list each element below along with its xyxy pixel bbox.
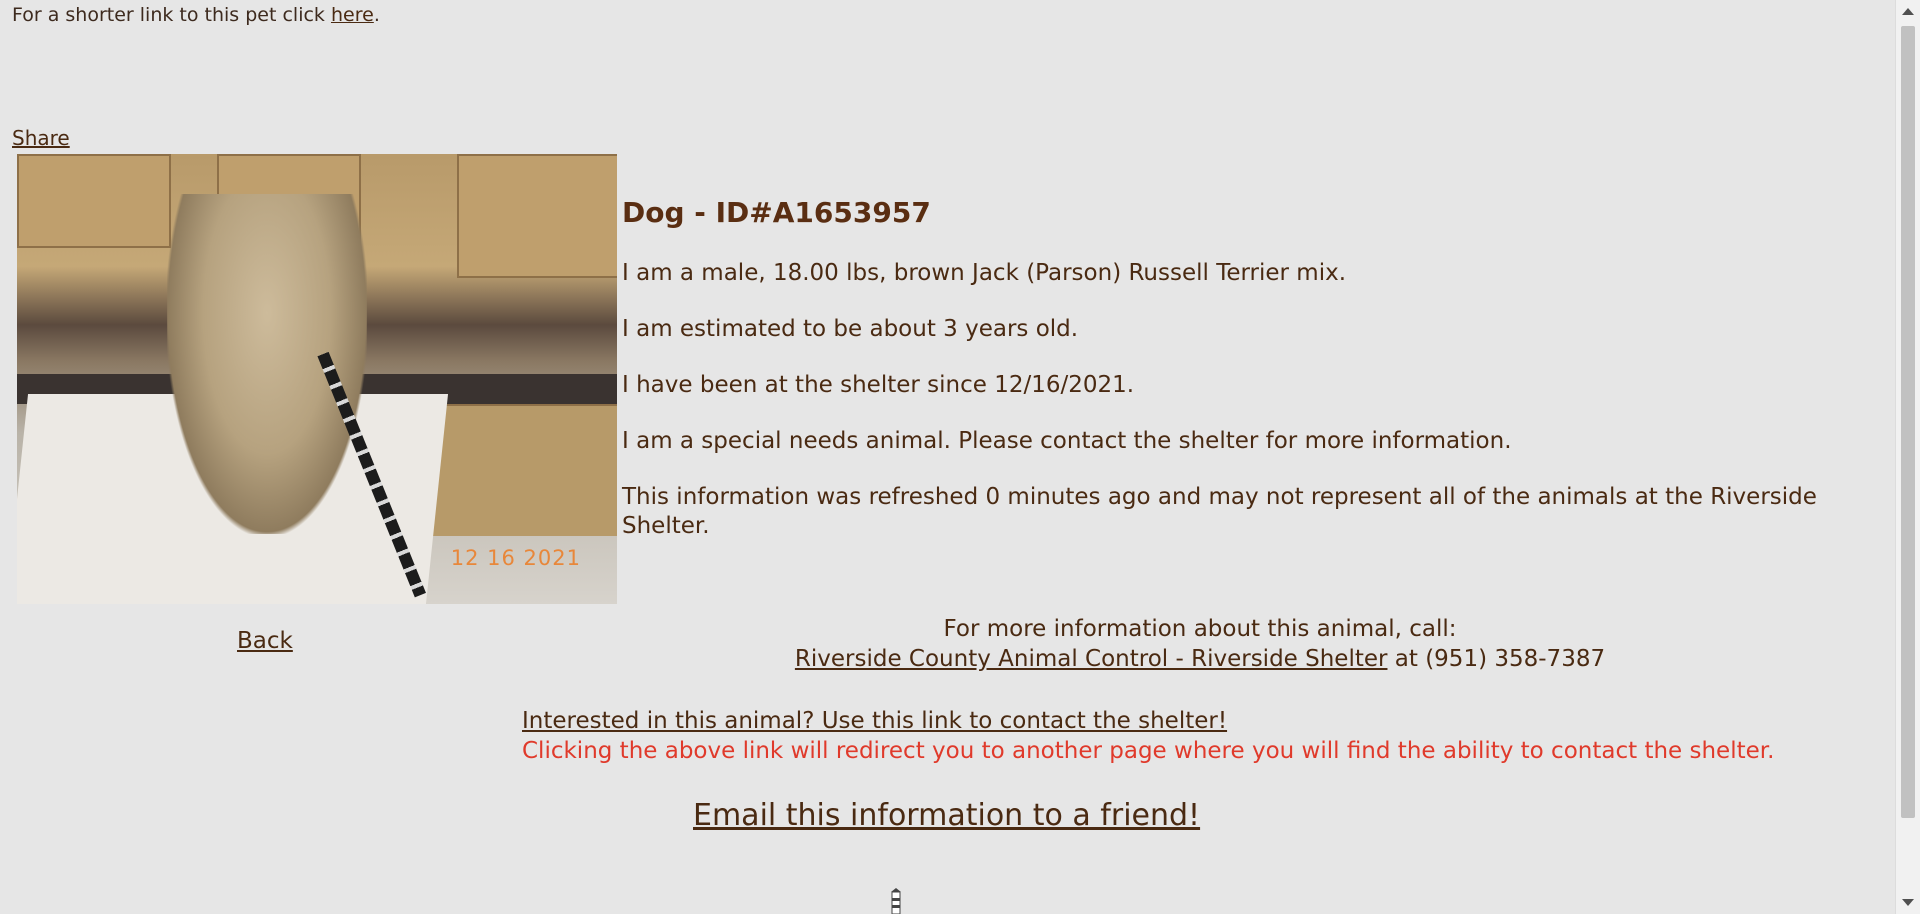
refresh-note: This information was refreshed 0 minutes…	[622, 484, 1817, 539]
photo-dog	[167, 194, 367, 534]
contact-line: Riverside County Animal Control - Rivers…	[540, 644, 1860, 674]
scroll-down-arrow-icon[interactable]	[1902, 899, 1914, 906]
scroll-up-arrow-icon[interactable]	[1902, 8, 1914, 15]
animal-heading: Dog - ID#A1653957	[622, 196, 931, 229]
short-link-period: .	[373, 4, 380, 26]
lighthouse-icon	[891, 888, 901, 914]
photo-cabinet	[17, 154, 171, 248]
share-link[interactable]: Share	[12, 126, 70, 150]
short-link-line: For a shorter link to this pet click her…	[12, 4, 380, 26]
contact-shelter-link[interactable]: Interested in this animal? Use this link…	[522, 708, 1227, 734]
animal-special-needs: I am a special needs animal. Please cont…	[622, 428, 1512, 454]
animal-shelter-since: I have been at the shelter since 12/16/2…	[622, 372, 1135, 398]
back-link[interactable]: Back	[237, 628, 293, 654]
animal-age: I am estimated to be about 3 years old.	[622, 316, 1079, 342]
shelter-phone: (951) 358-7387	[1425, 646, 1606, 672]
animal-info: Dog - ID#A1653957 I am a male, 18.00 lbs…	[622, 196, 1892, 568]
pet-photo: 12 16 2021	[17, 154, 617, 604]
redirect-note: Clicking the above link will redirect yo…	[522, 738, 1775, 764]
pet-detail-page: For a shorter link to this pet click her…	[0, 0, 1896, 914]
shelter-link[interactable]: Riverside County Animal Control - Rivers…	[795, 646, 1388, 672]
email-friend-link[interactable]: Email this information to a friend!	[693, 798, 1200, 833]
scrollbar-thumb[interactable]	[1901, 26, 1915, 818]
interest-block: Interested in this animal? Use this link…	[522, 706, 1774, 766]
vertical-scrollbar[interactable]	[1895, 0, 1920, 914]
contact-intro: For more information about this animal, …	[943, 616, 1457, 642]
photo-date-stamp: 12 16 2021	[450, 546, 581, 570]
photo-cabinet	[457, 154, 617, 278]
animal-description: I am a male, 18.00 lbs, brown Jack (Pars…	[622, 260, 1347, 286]
contact-at: at	[1387, 646, 1426, 672]
contact-block: For more information about this animal, …	[540, 614, 1860, 674]
short-link-text: For a shorter link to this pet click	[12, 4, 331, 26]
short-link-here[interactable]: here	[331, 4, 374, 26]
